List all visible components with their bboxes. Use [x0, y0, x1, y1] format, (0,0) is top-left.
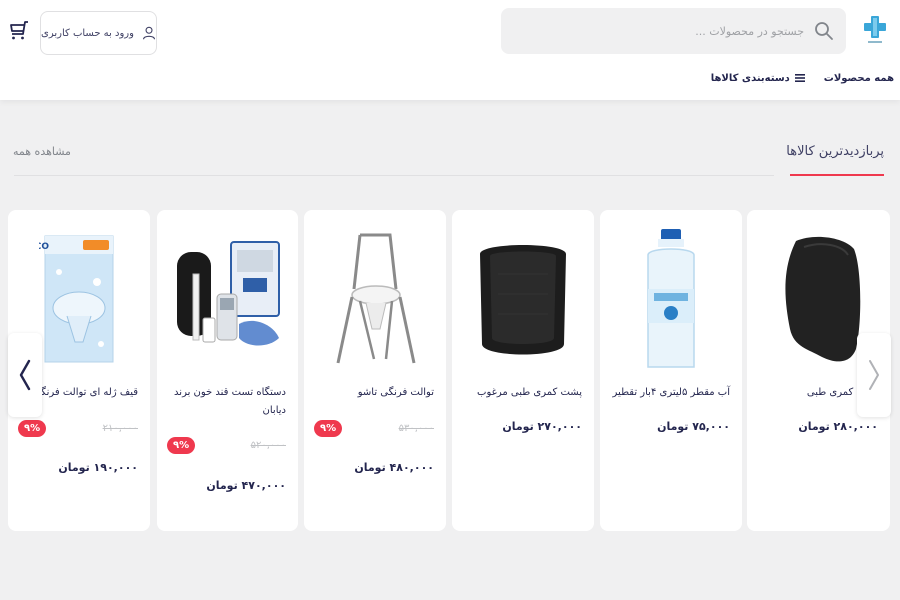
product-title: توالت فرنگی تاشو	[357, 387, 434, 398]
product-image	[610, 224, 732, 374]
product-card[interactable]: توالت فرنگی تاشو ۵۳۰,۰۰۰ ۹% ۴۸۰,۰۰۰ توما…	[304, 210, 446, 531]
price-row: ۵۲۰,۰۰۰ ۹%	[167, 437, 286, 454]
product-title: آب مقطر ۵لیتری ۴بار تقطیر	[612, 387, 730, 398]
nav-all-products-label: همه محصولات	[823, 72, 894, 84]
section-title-underline	[790, 174, 884, 176]
discount-badge: ۹%	[314, 420, 343, 437]
product-title: دستگاه تست قند خون برند دیابان	[174, 387, 286, 416]
search-box[interactable]	[501, 8, 846, 54]
product-title: پشت کمری طبی مرغوب	[477, 387, 582, 398]
carousel-prev-button[interactable]	[8, 333, 42, 417]
chevron-right-icon	[869, 360, 879, 390]
section-divider	[14, 175, 774, 176]
search-icon[interactable]	[814, 21, 834, 41]
toilet-funnel-package-image: SINCO	[39, 235, 114, 362]
old-price: ۲۱۰,۰۰۰	[102, 423, 138, 434]
product-price: ۲۸۰,۰۰۰ تومان	[798, 420, 878, 433]
login-button[interactable]: ورود به حساب کاربری	[40, 11, 157, 55]
product-card[interactable]: پشت کمری طبی مرغوب ۲۷۰,۰۰۰ تومان	[452, 210, 594, 531]
main-nav: دسته‌بندی کالاها همه محصولات	[711, 72, 894, 84]
water-bottle-image	[647, 228, 695, 368]
product-price: ۴۷۰,۰۰۰ تومان	[206, 479, 286, 492]
menu-icon	[794, 74, 805, 82]
folding-toilet-chair-image	[336, 233, 416, 364]
cart-icon[interactable]	[8, 19, 30, 41]
carousel-next-button[interactable]	[857, 333, 891, 417]
product-price: ۱۹۰,۰۰۰ تومان	[58, 461, 138, 474]
nav-categories-label: دسته‌بندی کالاها	[710, 72, 790, 84]
product-image	[462, 224, 584, 374]
product-image	[314, 224, 436, 374]
chevron-left-icon	[19, 359, 31, 391]
product-price: ۴۸۰,۰۰۰ تومان	[354, 461, 434, 474]
price-row: ۵۳۰,۰۰۰ ۹%	[314, 420, 434, 437]
nav-categories[interactable]: دسته‌بندی کالاها	[711, 72, 806, 84]
product-card[interactable]: دستگاه تست قند خون برند دیابان ۵۲۰,۰۰۰ ۹…	[157, 210, 298, 531]
back-cushion-image	[480, 245, 566, 355]
section-title: پربازدیدترین کالاها	[786, 144, 884, 159]
user-icon	[142, 26, 155, 40]
header: ورود به حساب کاربری دسته‌بندی کالاها همه…	[0, 0, 900, 100]
old-price: ۵۲۰,۰۰۰	[250, 440, 286, 451]
product-price: ۷۵,۰۰۰ تومان	[657, 420, 730, 433]
product-price: ۲۷۰,۰۰۰ تومان	[502, 420, 582, 433]
see-all-link[interactable]: مشاهده همه	[13, 145, 71, 158]
nav-all-products[interactable]: همه محصولات	[824, 72, 894, 84]
search-input[interactable]	[513, 16, 804, 46]
price-row: ۲۱۰,۰۰۰ ۹%	[18, 420, 138, 437]
glucometer-kit-image	[176, 241, 280, 346]
product-card[interactable]: آب مقطر ۵لیتری ۴بار تقطیر ۷۵,۰۰۰ تومان	[600, 210, 742, 531]
brand-text: SINCO	[39, 242, 49, 252]
login-label: ورود به حساب کاربری	[41, 27, 134, 39]
discount-badge: ۹%	[167, 437, 196, 454]
discount-badge: ۹%	[18, 420, 47, 437]
product-image	[167, 224, 288, 374]
lumbar-cushion-image	[784, 236, 860, 362]
logo-icon[interactable]	[862, 14, 888, 46]
old-price: ۵۳۰,۰۰۰	[398, 423, 434, 434]
